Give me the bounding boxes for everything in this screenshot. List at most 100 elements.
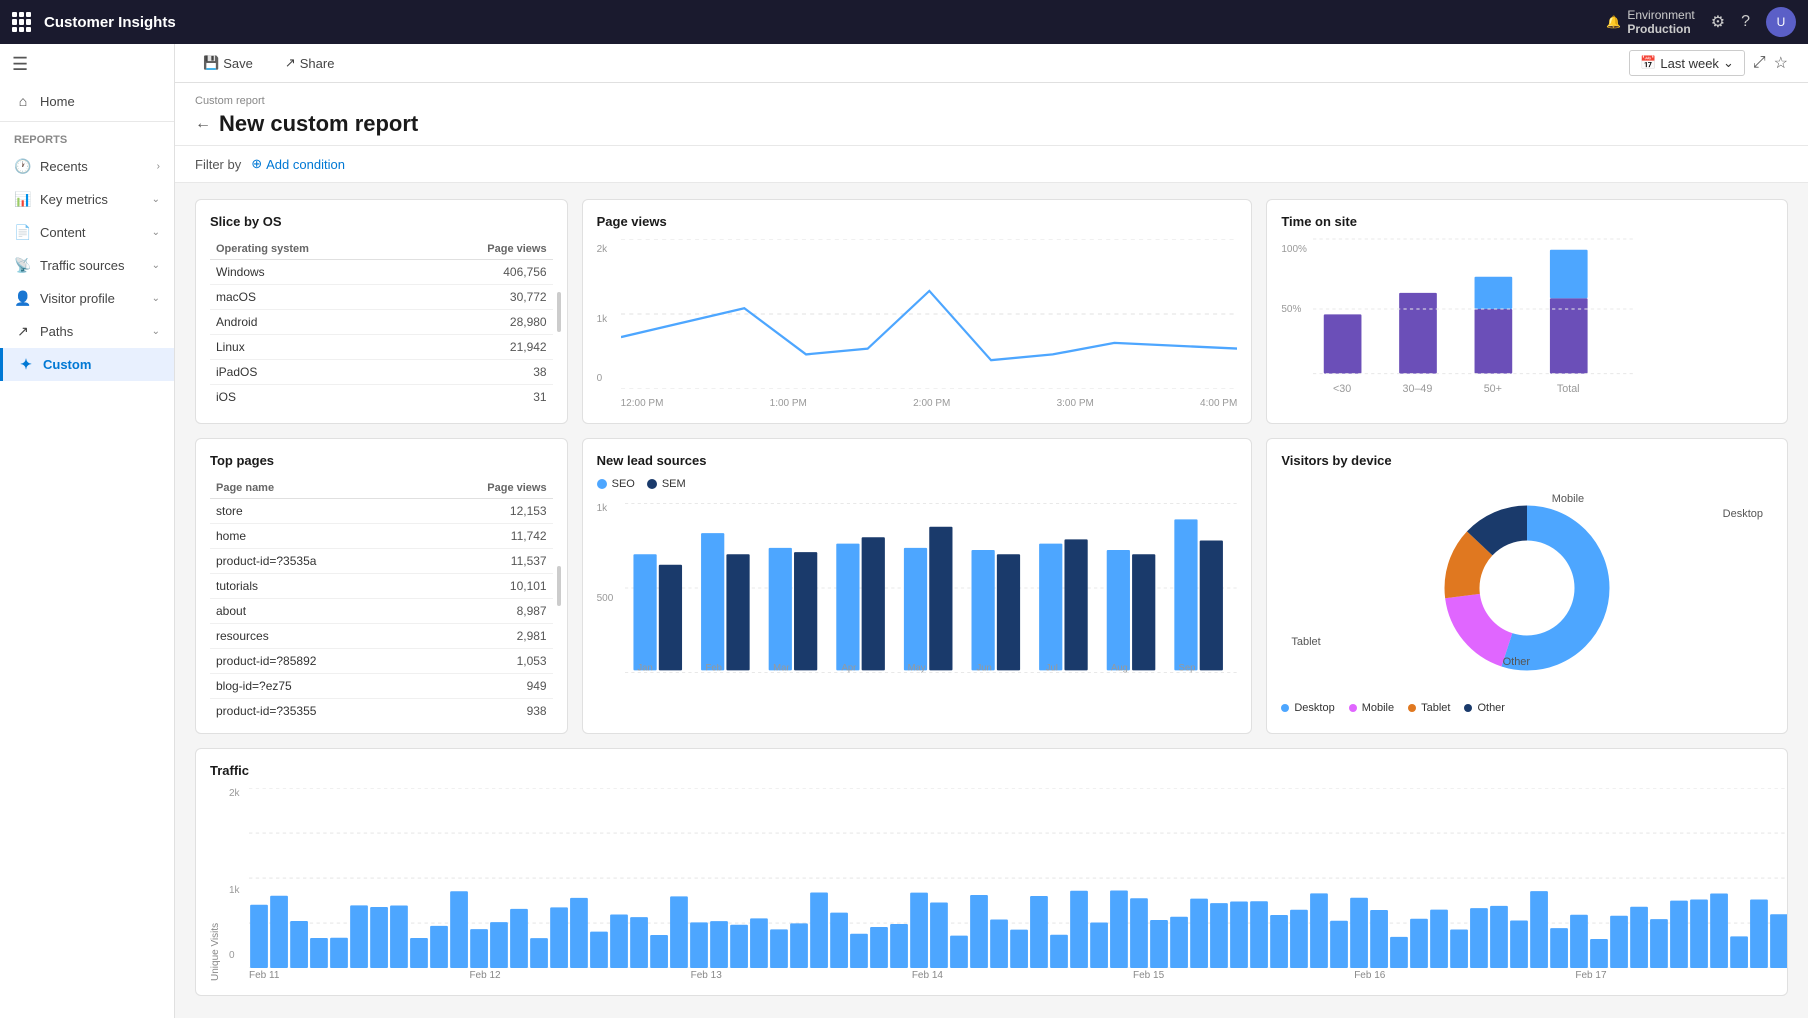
svg-text:Jun: Jun xyxy=(976,662,991,673)
page-views-chart: 2k 1k 0 12:00 PM 1:00 P xyxy=(597,239,1238,409)
page-views-col-header: Page views xyxy=(380,478,553,499)
os-col-header: Operating system xyxy=(210,239,414,260)
y-min-label: 0 xyxy=(597,373,603,384)
desktop-legend: Desktop xyxy=(1281,702,1334,714)
table-row: resources2,981 xyxy=(210,624,553,649)
bookmark-icon[interactable]: ☆ xyxy=(1774,53,1788,73)
save-button[interactable]: 💾 Save xyxy=(195,51,261,75)
traffic-title: Traffic xyxy=(210,763,1773,778)
y-mid-label: 1k xyxy=(597,314,608,325)
custom-icon: ✦ xyxy=(17,356,35,373)
sidebar-item-key-metrics[interactable]: 📊 Key metrics ⌄ xyxy=(0,183,174,216)
new-lead-legend: SEO SEM xyxy=(597,478,1238,490)
new-lead-chart: 1k 500 xyxy=(597,498,1238,698)
visitor-profile-chevron: ⌄ xyxy=(152,293,160,304)
sidebar-item-traffic-sources[interactable]: 📡 Traffic sources ⌄ xyxy=(0,249,174,282)
chevron-down-icon: ⌄ xyxy=(1723,55,1734,71)
sidebar-header: ☰ xyxy=(0,44,174,85)
expand-icon[interactable]: ⤢ xyxy=(1753,54,1766,72)
y-axis-label: Unique Visits xyxy=(210,788,221,981)
slice-by-os-title: Slice by OS xyxy=(210,214,553,229)
page-views-title: Page views xyxy=(597,214,1238,229)
pages-table-header: Page name Page views xyxy=(210,478,553,499)
svg-text:Sep: Sep xyxy=(1178,662,1195,673)
donut-svg xyxy=(1437,498,1617,678)
traffic-svg-wrapper xyxy=(229,878,1788,968)
calendar-icon: 📅 xyxy=(1640,55,1656,71)
plus-circle-icon: ⊕ xyxy=(251,156,262,172)
back-button[interactable]: ← xyxy=(195,115,211,133)
scroll-indicator xyxy=(557,292,561,332)
time-on-site-chart: 100% 50% xyxy=(1281,239,1773,409)
sidebar-item-visitor-profile[interactable]: 👤 Visitor profile ⌄ xyxy=(0,282,174,315)
desktop-device-label: Desktop xyxy=(1723,508,1763,520)
table-row: iOS31 xyxy=(210,385,553,410)
top-navigation: Customer Insights 🔔 EnvironmentProductio… xyxy=(0,0,1808,44)
new-lead-sources-card: New lead sources SEO SEM 1k 500 xyxy=(582,438,1253,734)
user-avatar[interactable]: U xyxy=(1766,7,1796,37)
sidebar-item-content[interactable]: 📄 Content ⌄ xyxy=(0,216,174,249)
dashboard-row-1: Slice by OS Operating system Page views … xyxy=(195,199,1788,424)
traffic-bars-svg xyxy=(249,878,1788,968)
share-button[interactable]: ↗ Share xyxy=(277,51,343,75)
page-name-col-header: Page name xyxy=(210,478,380,499)
paths-icon: ↗ xyxy=(14,323,32,340)
table-row: product-id=?35355938 xyxy=(210,699,553,720)
table-row: tutorials10,101 xyxy=(210,574,553,599)
other-device-label: Other xyxy=(1503,656,1531,668)
key-metrics-chevron: ⌄ xyxy=(152,194,160,205)
table-row: macOS30,772 xyxy=(210,285,553,310)
traffic-sources-chevron: ⌄ xyxy=(152,260,160,271)
sidebar-item-custom[interactable]: ✦ Custom xyxy=(0,348,174,381)
sidebar-item-paths[interactable]: ↗ Paths ⌄ xyxy=(0,315,174,348)
svg-text:Feb: Feb xyxy=(705,662,721,673)
bell-icon: 🔔 xyxy=(1606,15,1621,29)
visitors-by-device-card: Visitors by device Desktop Mobile Tablet… xyxy=(1266,438,1788,734)
svg-text:Jan: Jan xyxy=(637,662,652,673)
os-table: Operating system Page views xyxy=(210,239,553,260)
mobile-legend-dot xyxy=(1349,704,1357,712)
pages-data-table: store12,153home11,742product-id=?3535a11… xyxy=(210,499,553,719)
mobile-device-label: Mobile xyxy=(1552,493,1584,505)
pages-scroll-indicator xyxy=(557,566,561,606)
y-max-label: 2k xyxy=(597,244,608,255)
seo-legend: SEO xyxy=(597,478,635,490)
svg-text:30–49: 30–49 xyxy=(1403,383,1433,395)
page-views-card: Page views 2k 1k 0 xyxy=(582,199,1253,424)
other-legend-dot xyxy=(1464,704,1472,712)
recents-chevron: › xyxy=(157,161,160,172)
page-views-svg xyxy=(621,239,1238,389)
svg-text:<30: <30 xyxy=(1333,383,1351,395)
recents-icon: 🕐 xyxy=(14,158,32,175)
os-data-table: Windows406,756macOS30,772Android28,980Li… xyxy=(210,260,553,409)
visitors-by-device-chart: Desktop Mobile Tablet Other xyxy=(1281,478,1773,698)
date-range-selector[interactable]: 📅 Last week ⌄ xyxy=(1629,50,1745,76)
top-pages-card: Top pages Page name Page views store12,1… xyxy=(195,438,568,734)
os-table-scroll[interactable]: Windows406,756macOS30,772Android28,980Li… xyxy=(210,260,553,409)
sidebar-item-home[interactable]: ⌂ Home xyxy=(0,85,174,117)
traffic-chart-container: Unique Visits 2k 1k 0 /* ba xyxy=(210,788,1773,981)
page-header: Custom report ← New custom report xyxy=(175,83,1808,146)
x-axis-labels: 12:00 PM 1:00 PM 2:00 PM 3:00 PM 4:00 PM xyxy=(621,398,1238,409)
svg-text:Aug: Aug xyxy=(1111,662,1128,673)
table-row: home11,742 xyxy=(210,524,553,549)
apps-grid-icon[interactable] xyxy=(12,12,32,32)
table-row: store12,153 xyxy=(210,499,553,524)
table-row: product-id=?3535a11,537 xyxy=(210,549,553,574)
settings-icon[interactable]: ⚙ xyxy=(1711,12,1725,32)
help-icon[interactable]: ? xyxy=(1741,13,1750,31)
content-area: 💾 Save ↗ Share 📅 Last week ⌄ ⤢ ☆ Custom … xyxy=(175,44,1808,1018)
key-metrics-icon: 📊 xyxy=(14,191,32,208)
table-row: Linux21,942 xyxy=(210,335,553,360)
filter-by-label: Filter by xyxy=(195,157,241,172)
filter-bar: Filter by ⊕ Add condition xyxy=(175,146,1808,183)
device-legend: Desktop Mobile Tablet Other xyxy=(1281,702,1773,714)
sidebar-item-recents[interactable]: 🕐 Recents › xyxy=(0,150,174,183)
add-condition-button[interactable]: ⊕ Add condition xyxy=(251,156,345,172)
new-lead-svg: Jan Feb Mar Apr May Jun Jul Aug Sep xyxy=(625,498,1238,678)
sidebar-toggle-icon[interactable]: ☰ xyxy=(12,54,28,75)
pages-table-scroll[interactable]: store12,153home11,742product-id=?3535a11… xyxy=(210,499,553,719)
environment-label: EnvironmentProduction xyxy=(1627,8,1694,36)
traffic-chart-inner: 2k 1k 0 /* bars generated via JS below *… xyxy=(229,788,1788,981)
content-icon: 📄 xyxy=(14,224,32,241)
